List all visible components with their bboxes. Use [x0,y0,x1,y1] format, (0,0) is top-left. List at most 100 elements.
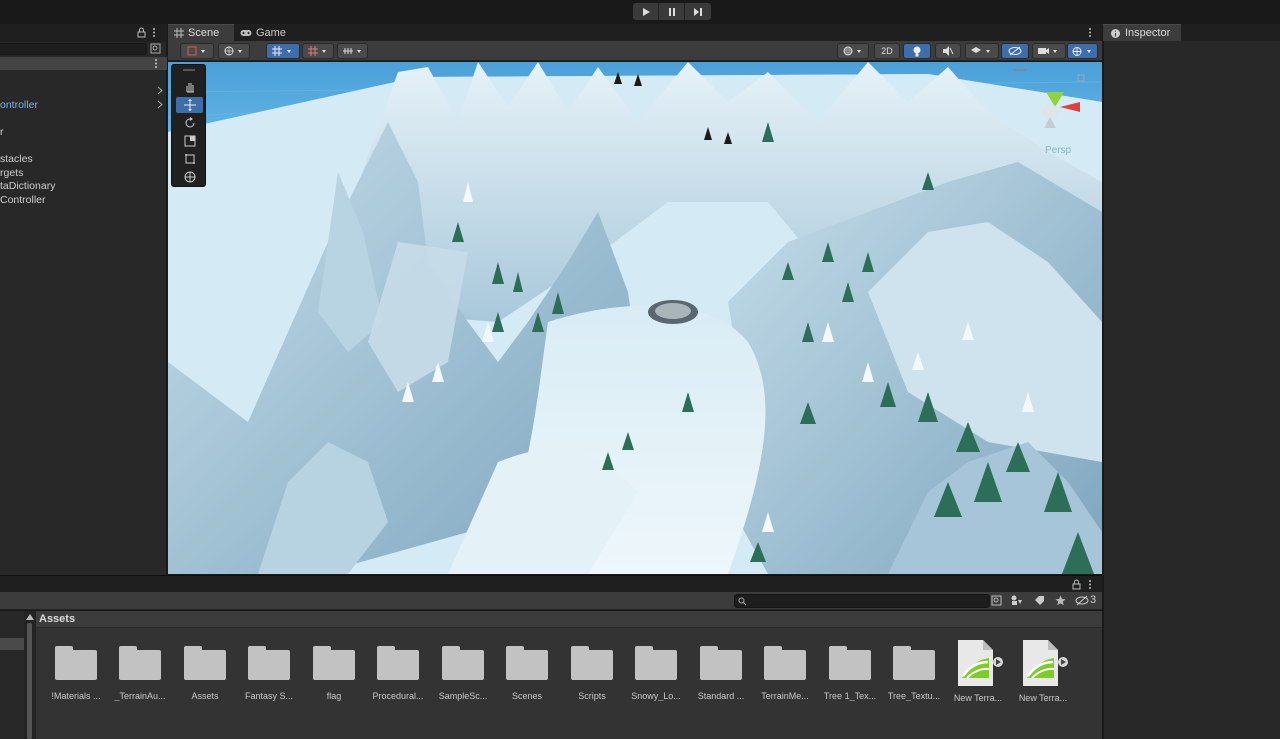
grid-icon [308,46,326,56]
asset-name: flag [326,691,342,701]
eye-slash-icon[interactable] [1075,595,1089,606]
asset-folder[interactable]: Fantasy S... [239,638,299,701]
inspector-tab-bar [1181,24,1280,41]
scroll-up-icon[interactable] [26,614,34,620]
asset-terrain[interactable]: New Terra... [1013,638,1073,703]
asset-terrain[interactable]: New Terra... [948,638,1008,703]
label-tag-icon[interactable] [1034,595,1045,606]
scale-icon [184,135,195,147]
folder-icon [829,646,871,680]
layers-icon [971,47,990,53]
chevron-right-icon[interactable] [157,100,163,109]
asset-name: _TerrainAu... [114,691,166,701]
asset-folder[interactable]: Standard ... [691,638,751,701]
pause-button[interactable] [659,3,685,20]
hand-tool-button[interactable] [176,79,203,95]
folder-icon [377,646,419,680]
hierarchy-item[interactable]: ontroller [0,99,38,111]
lighting-toggle[interactable] [903,43,931,59]
kebab-menu-icon[interactable] [1088,579,1092,590]
hierarchy-item[interactable]: taDictionary [0,180,55,192]
lock-icon[interactable] [1072,579,1081,590]
asset-folder[interactable]: Scenes [497,638,557,701]
asset-folder[interactable]: TerrainMe... [755,638,815,701]
asset-name: Tree 1_Tex... [823,691,877,701]
move-tool-button[interactable] [176,97,203,113]
effects-dropdown[interactable] [965,43,999,59]
hierarchy-item[interactable]: r [0,126,4,138]
tab-inspector[interactable]: Inspector [1103,24,1181,41]
folder-tree-scrollbar[interactable] [24,611,36,739]
asset-folder[interactable]: Tree 1_Tex... [820,638,880,701]
kebab-menu-icon[interactable] [152,27,156,38]
scrollbar-thumb[interactable] [27,623,32,739]
play-icon [642,7,650,16]
transform-tool-button[interactable] [176,169,203,185]
persp-label[interactable]: Persp [1045,145,1072,156]
asset-folder[interactable]: SampleSc... [433,638,493,701]
grid-visibility-dropdown[interactable] [302,43,334,59]
hierarchy-item[interactable]: Controller [0,194,46,206]
asset-folder[interactable]: Snowy_Lo... [626,638,686,701]
hierarchy-search-input[interactable] [0,43,147,55]
asset-name: New Terra... [953,693,1003,703]
lock-icon[interactable] [137,27,146,38]
play-controls [633,3,711,20]
terrain-asset-icon [953,638,1003,688]
hidden-objects-toggle[interactable] [1001,43,1029,59]
increment-snap-dropdown[interactable] [337,43,368,59]
search-icon [738,597,747,606]
ruler-icon [342,48,361,54]
folder-icon [184,646,226,680]
step-icon [694,7,702,16]
step-button[interactable] [685,3,711,20]
asset-name: Fantasy S... [244,691,294,701]
camera-icon [1038,48,1057,54]
asset-folder[interactable]: flag [304,638,364,701]
mode-2d-toggle[interactable]: 2D [874,43,900,59]
hierarchy-item[interactable]: rgets [0,167,23,179]
scene-header-row[interactable] [0,57,167,70]
chevron-right-icon[interactable] [157,86,163,95]
lightbulb-icon [913,46,921,56]
scene-viewport[interactable]: Persp [168,62,1102,574]
tab-scene[interactable]: Scene [168,24,234,41]
scene-toolbar: 2D [168,41,1102,61]
scale-tool-button[interactable] [176,133,203,149]
asset-folder[interactable]: !Materials ... [46,638,106,701]
drag-handle[interactable] [183,69,195,71]
audio-toggle[interactable] [935,43,961,59]
search-scene-icon[interactable] [991,595,1002,606]
kebab-menu-icon[interactable] [1088,27,1092,38]
camera-dropdown[interactable] [1032,43,1066,59]
gizmos-dropdown[interactable] [1067,43,1098,59]
hierarchy-item[interactable]: stacles [0,153,33,165]
asset-folder[interactable]: Scripts [562,638,622,701]
global-local-dropdown[interactable] [218,43,250,59]
tab-game[interactable]: Game [234,24,294,41]
star-icon[interactable] [1055,595,1066,606]
asset-folder[interactable]: _TerrainAu... [110,638,170,701]
rotate-icon [185,117,194,128]
asset-folder[interactable]: Procedural... [368,638,428,701]
rect-tool-button[interactable] [176,151,203,167]
grid-snap-dropdown[interactable] [266,43,300,59]
breadcrumb[interactable]: Assets [36,611,1102,628]
draw-mode-dropdown[interactable] [180,43,214,59]
asset-name: Assets [191,691,219,701]
shading-mode-dropdown[interactable] [837,43,869,59]
kebab-menu-icon[interactable] [154,58,158,69]
terrain-asset-icon [1018,638,1068,688]
search-scene-icon[interactable] [150,43,161,54]
transform-tools-overlay [171,64,206,187]
play-button[interactable] [633,3,659,20]
speaker-muted-icon [943,46,954,56]
hidden-count: 3 [1090,594,1097,606]
project-search-input[interactable] [734,594,990,608]
asset-folder[interactable]: Tree_Textu... [884,638,944,701]
filter-type-icon[interactable] [1011,595,1023,606]
asset-folder[interactable]: Assets [175,638,235,701]
globe-icon [224,46,242,56]
rotate-tool-button[interactable] [176,115,203,131]
folder-tree-item-selected[interactable] [0,638,24,650]
